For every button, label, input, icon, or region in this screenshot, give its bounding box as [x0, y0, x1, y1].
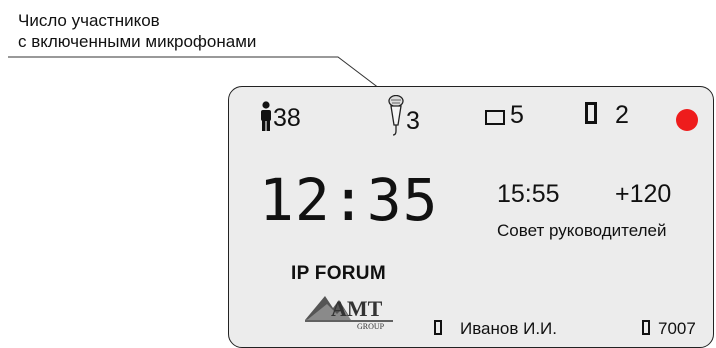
callout-line-1: Число участников	[18, 11, 160, 30]
logo-sub: GROUP	[357, 322, 385, 330]
participants-stat: 38	[259, 101, 301, 132]
status-display-panel: 38 3 5 2 12:35 15:55 +120 Совет руководи…	[228, 86, 714, 348]
screens-stat: 5	[485, 101, 524, 129]
current-time: 12:35	[259, 166, 439, 234]
time-delta: +120	[615, 180, 672, 208]
id-device-icon	[642, 320, 650, 335]
brand-name: IP FORUM	[291, 263, 386, 284]
user-device-icon	[434, 320, 442, 335]
devices-stat: 2	[585, 101, 629, 129]
participants-count: 38	[273, 104, 301, 132]
user-id-block: 7007	[642, 319, 696, 339]
recording-indicator	[676, 109, 698, 131]
device-icon	[585, 102, 597, 124]
event-title: Совет руководителей	[497, 221, 667, 240]
devices-count: 2	[615, 101, 629, 129]
microphones-count: 3	[406, 107, 420, 135]
user-info: Иванов И.И.	[434, 319, 557, 339]
microphone-callout: Число участников с включенными микрофона…	[18, 10, 256, 52]
screen-icon	[485, 110, 505, 125]
end-time: 15:55	[497, 180, 560, 208]
user-id: 7007	[658, 319, 696, 338]
microphones-stat: 3	[386, 94, 420, 139]
logo-text: AMT	[331, 296, 383, 321]
user-name: Иванов И.И.	[460, 319, 557, 338]
callout-line-2: с включенными микрофонами	[18, 32, 257, 51]
person-icon	[261, 101, 271, 131]
microphone-icon	[388, 94, 404, 136]
screens-count: 5	[510, 101, 524, 129]
amt-group-logo: AMT GROUP	[305, 296, 393, 330]
